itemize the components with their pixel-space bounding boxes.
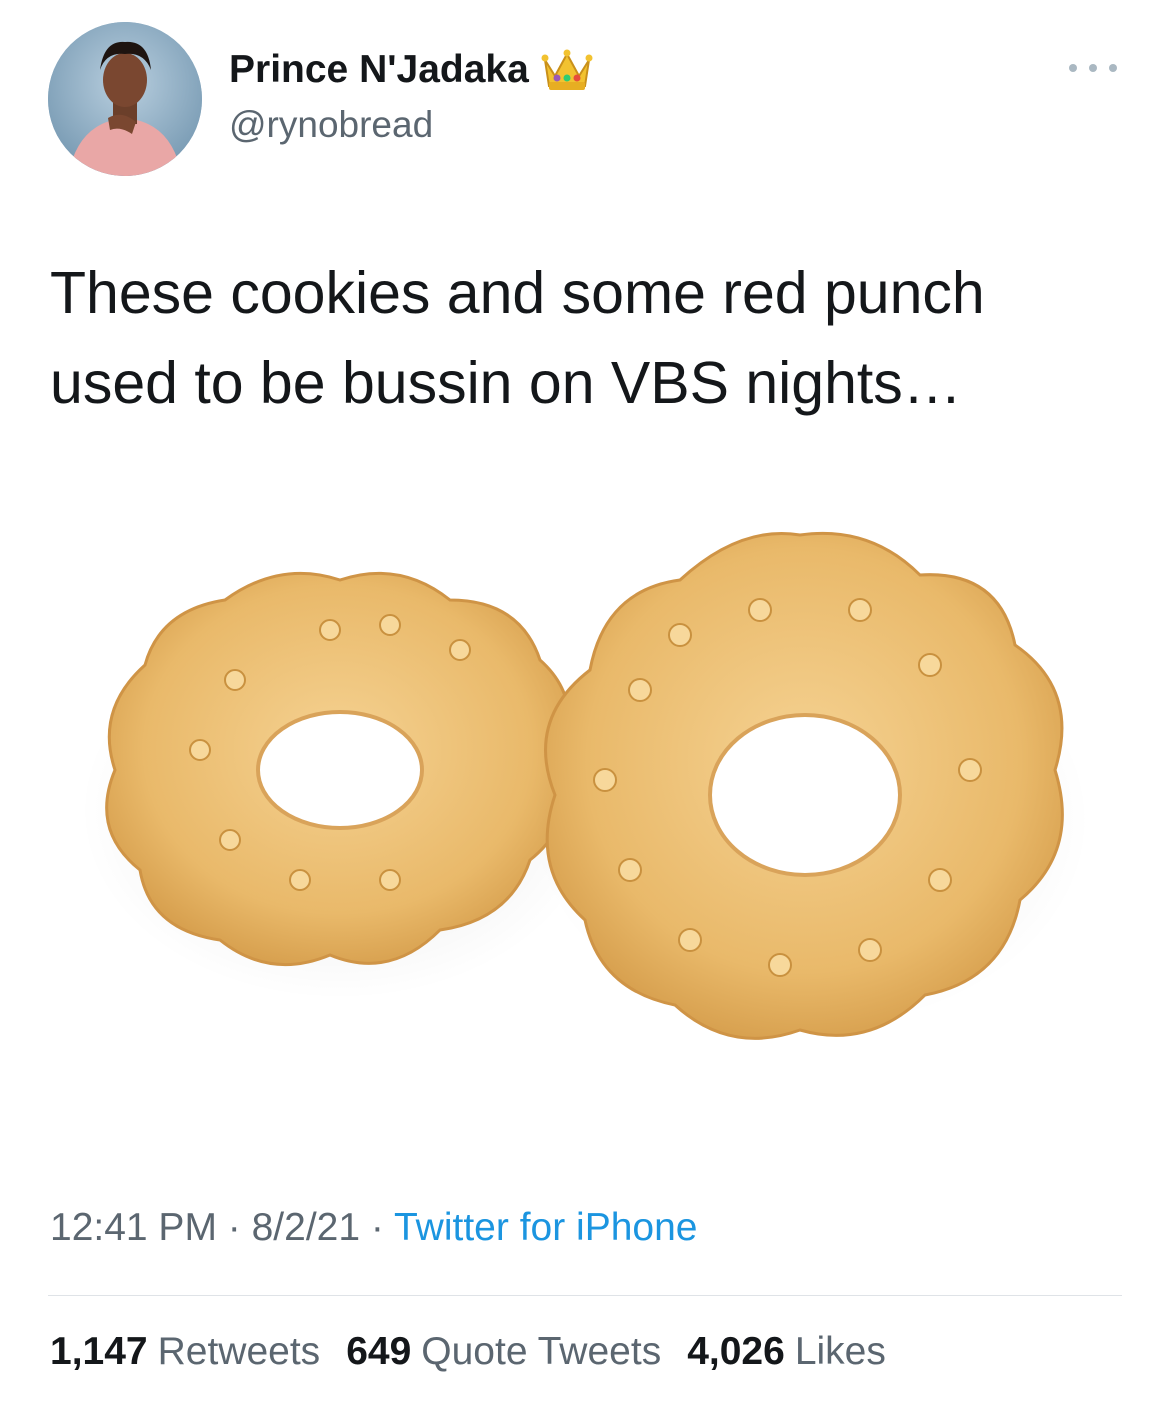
quote-tweets-count: 649 [346, 1330, 412, 1373]
avatar-photo [48, 22, 202, 176]
dot [1109, 64, 1117, 72]
display-name[interactable]: Prince N'Jadaka [229, 48, 593, 92]
likes-count: 4,026 [687, 1330, 785, 1373]
retweets-label: Retweets [157, 1330, 321, 1373]
tweet-media-image[interactable] [40, 450, 1130, 1170]
likes-label: Likes [794, 1330, 886, 1373]
quote-tweets-stat[interactable]: 649 Quote Tweets [346, 1330, 661, 1374]
avatar[interactable] [48, 22, 202, 176]
tweet-meta: 12:41 PM · 8/2/21 · Twitter for iPhone [50, 1206, 697, 1250]
quote-tweets-label: Quote Tweets [421, 1330, 662, 1373]
display-name-text: Prince N'Jadaka [229, 48, 529, 91]
tweet-time[interactable]: 12:41 PM [50, 1206, 217, 1249]
divider [48, 1295, 1122, 1296]
likes-stat[interactable]: 4,026 Likes [687, 1330, 886, 1374]
cookies-image [40, 450, 1130, 1170]
tweet-stats: 1,147 Retweets 649 Quote Tweets 4,026 Likes [50, 1330, 886, 1374]
dot [1089, 64, 1097, 72]
cookie-right [544, 531, 1064, 1040]
retweets-stat[interactable]: 1,147 Retweets [50, 1330, 320, 1374]
meta-separator: · [360, 1206, 395, 1249]
tweet-text: These cookies and some red punch used to… [50, 260, 985, 416]
tweet-date[interactable]: 8/2/21 [252, 1206, 360, 1249]
dot [1069, 64, 1077, 72]
meta-separator: · [216, 1206, 252, 1249]
more-options-icon[interactable] [1069, 58, 1117, 78]
tweet-source-link[interactable]: Twitter for iPhone [394, 1206, 697, 1249]
retweets-count: 1,147 [50, 1330, 148, 1373]
user-handle[interactable]: @rynobread [229, 104, 433, 146]
crown-icon [541, 49, 593, 90]
cookie-left [105, 571, 571, 967]
